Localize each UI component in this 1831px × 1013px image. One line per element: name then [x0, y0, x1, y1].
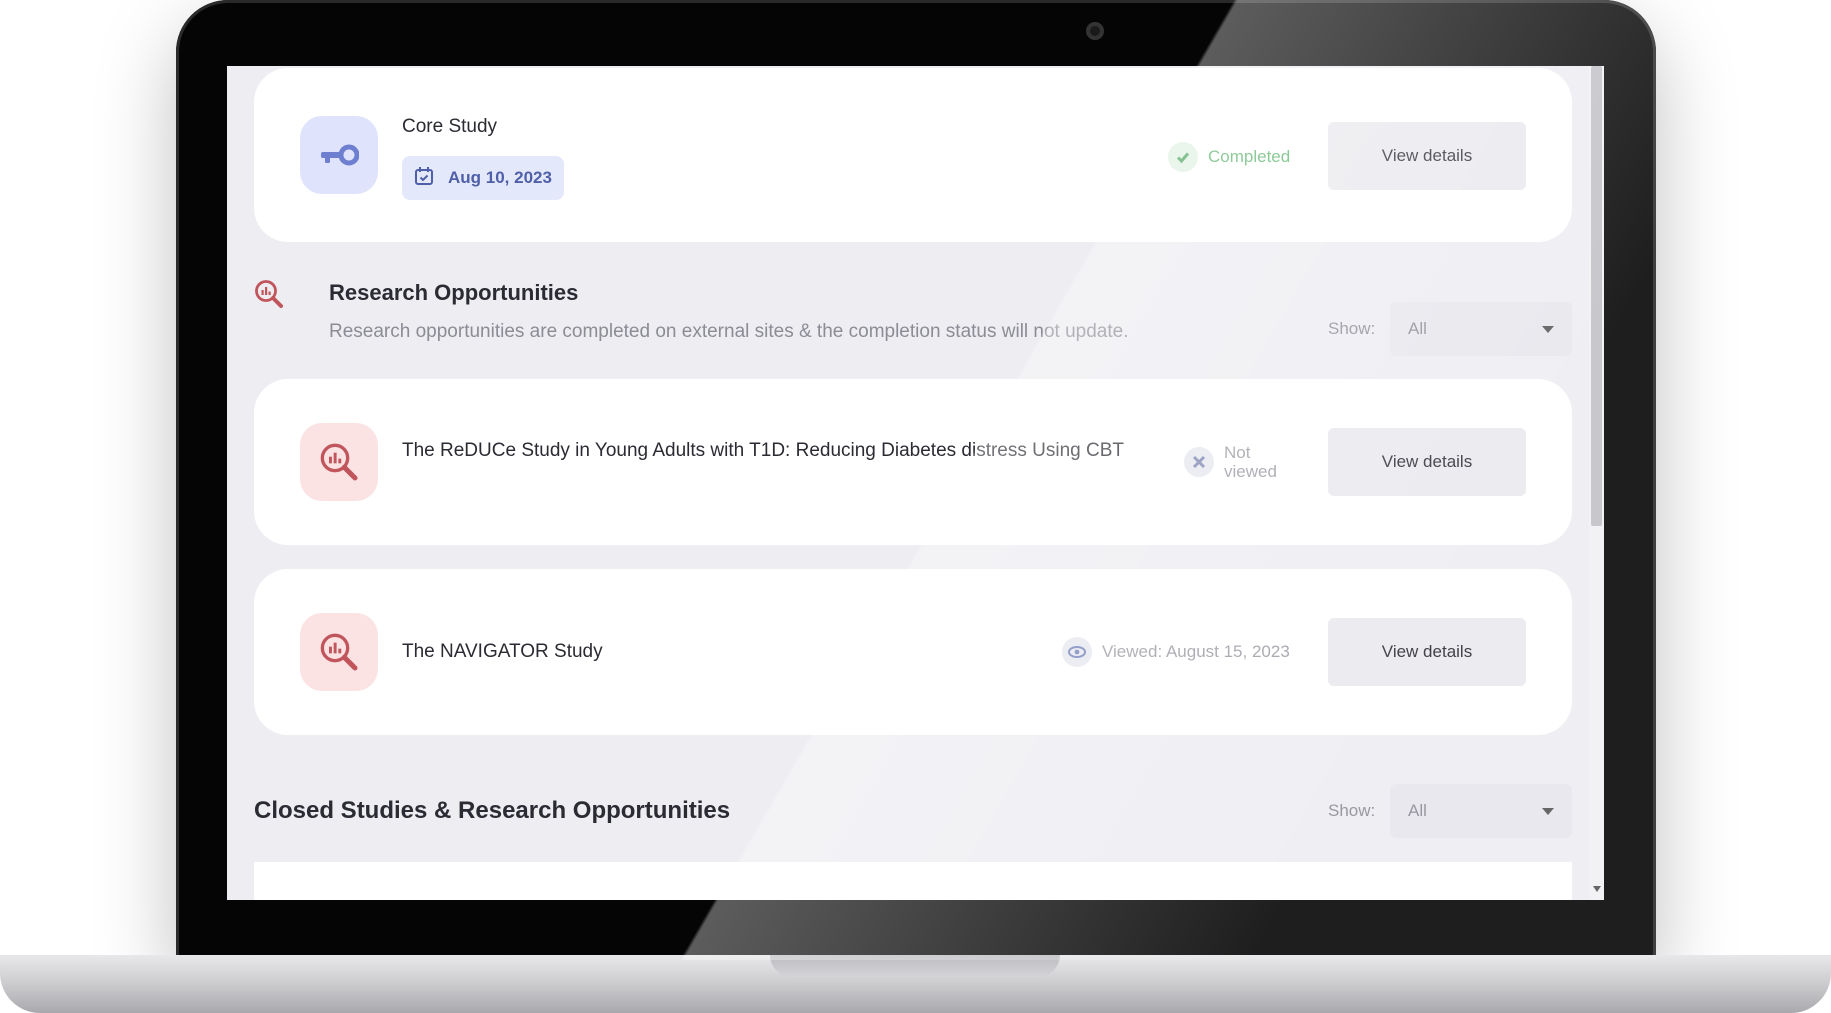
closed-filter-select[interactable]: All — [1390, 784, 1572, 838]
research-item-card: The ReDUCe Study in Young Adults with T1… — [254, 379, 1572, 545]
research-item-title: The NAVIGATOR Study — [402, 641, 603, 662]
calendar-icon — [414, 166, 434, 191]
closed-section-title: Closed Studies & Research Opportunities — [254, 797, 731, 824]
date-chip: Aug 10, 2023 — [402, 156, 564, 200]
core-study-card: Core Study Aug 10, 2023 Completed View d… — [254, 68, 1572, 242]
research-search-icon — [300, 613, 378, 691]
reduce-view-details-button[interactable]: View details — [1328, 428, 1526, 496]
navigator-view-details-button[interactable]: View details — [1328, 618, 1526, 686]
completed-status-label: Completed — [1208, 147, 1291, 166]
x-icon — [1184, 447, 1214, 477]
chevron-down-icon — [1542, 807, 1554, 815]
chevron-down-icon — [1542, 325, 1554, 333]
research-show-label: Show: — [1328, 319, 1376, 338]
laptop-notch — [770, 955, 1060, 977]
camera-icon — [1086, 22, 1104, 40]
scrollbar[interactable] — [1589, 66, 1604, 900]
scroll-down-arrow-icon[interactable] — [1593, 886, 1601, 892]
key-icon — [300, 116, 378, 194]
completed-status: Completed — [1168, 142, 1290, 172]
scrollbar-thumb[interactable] — [1591, 66, 1602, 526]
eye-icon — [1062, 637, 1092, 667]
research-item-title: The ReDUCe Study in Young Adults with T1… — [402, 440, 1125, 461]
closed-show-label: Show: — [1328, 801, 1376, 820]
core-study-date: Aug 10, 2023 — [448, 168, 552, 187]
check-icon — [1168, 142, 1198, 172]
not-viewed-label: Not viewed — [1224, 443, 1277, 481]
closed-filter-value: All — [1408, 801, 1427, 820]
not-viewed-status: Not viewed — [1184, 443, 1294, 481]
viewed-status: Viewed: August 15, 2023 — [1062, 637, 1290, 667]
research-search-icon — [254, 279, 284, 314]
research-filter-select[interactable]: All — [1390, 302, 1572, 356]
viewed-label: Viewed: August 15, 2023 — [1102, 642, 1290, 661]
core-study-view-details-button[interactable]: View details — [1328, 122, 1526, 190]
research-search-icon — [300, 423, 378, 501]
research-filter-value: All — [1408, 319, 1427, 338]
core-study-title: Core Study — [402, 116, 498, 137]
screen: Core Study Aug 10, 2023 Completed View d… — [227, 66, 1604, 900]
research-item-card: The NAVIGATOR Study Viewed: August 15, 2… — [254, 569, 1572, 735]
closed-study-card — [254, 862, 1572, 900]
research-section-description: Research opportunities are completed on … — [329, 321, 1129, 342]
research-section-title: Research Opportunities — [329, 280, 579, 305]
